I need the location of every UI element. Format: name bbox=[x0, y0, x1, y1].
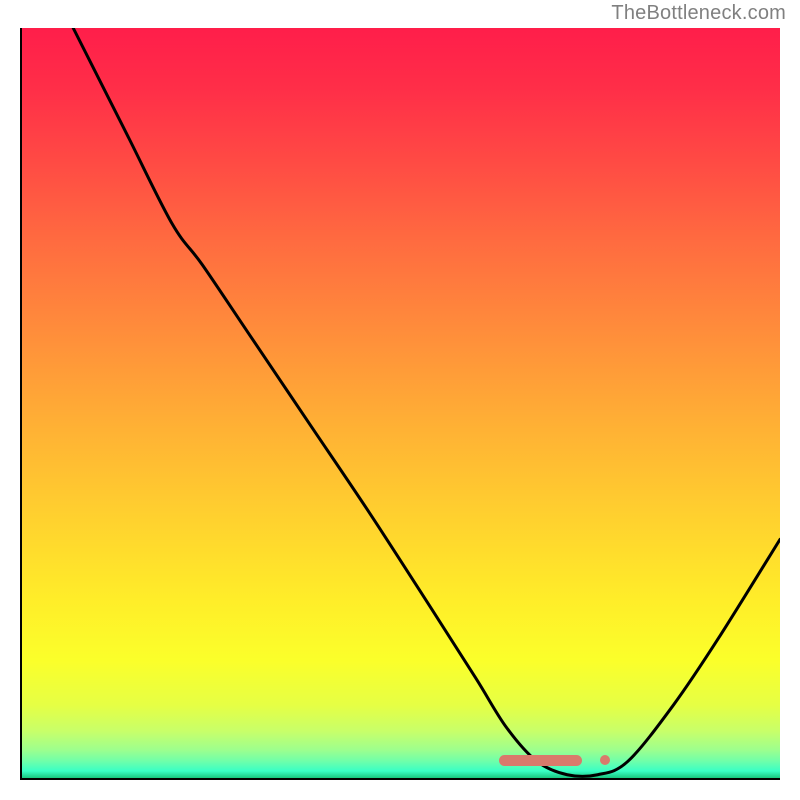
chart-plot-area bbox=[20, 28, 780, 780]
optimal-range-marker bbox=[499, 755, 583, 766]
x-axis-line bbox=[20, 778, 780, 780]
y-axis-line bbox=[20, 28, 22, 780]
attribution-text: TheBottleneck.com bbox=[611, 2, 786, 25]
chart-curve bbox=[20, 28, 780, 780]
